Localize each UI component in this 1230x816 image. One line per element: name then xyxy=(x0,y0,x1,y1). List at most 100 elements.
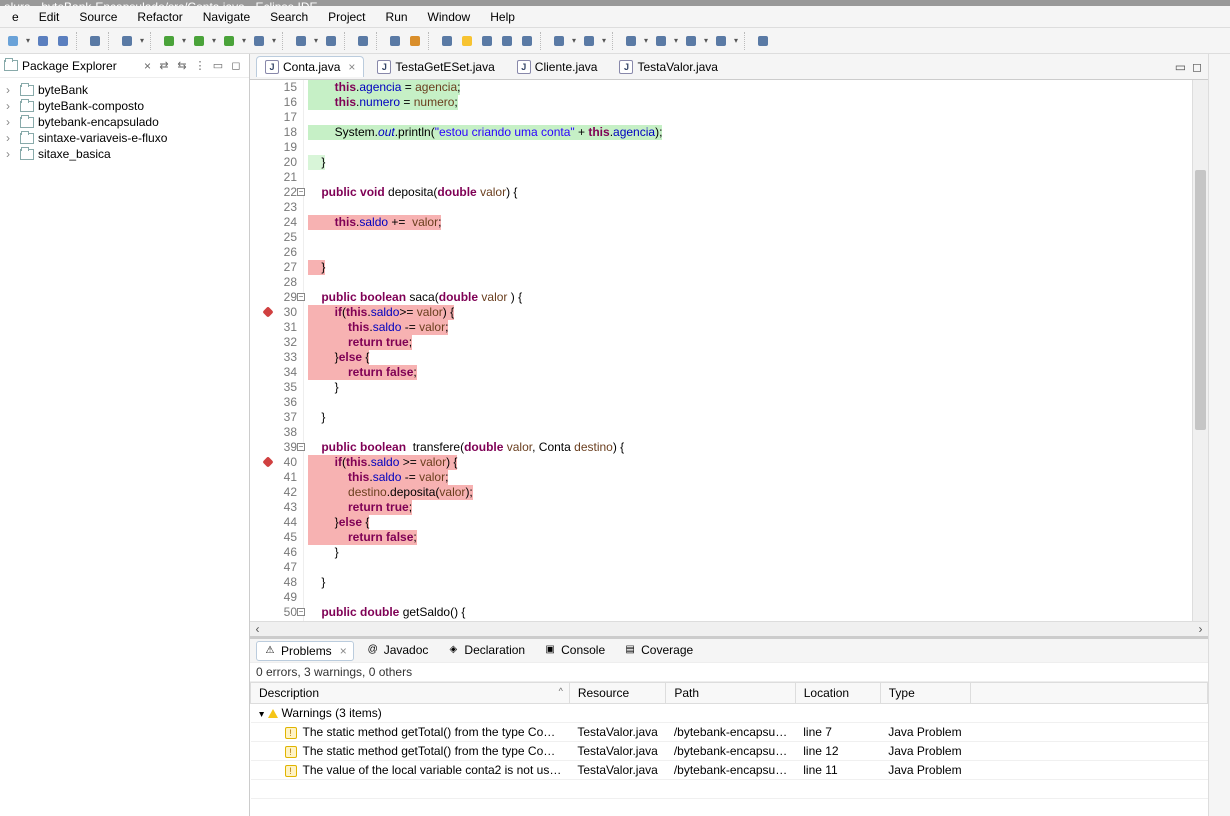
annot-next-dropdown[interactable]: ▾ xyxy=(600,36,608,45)
code-line-26[interactable] xyxy=(304,245,1192,260)
line-number[interactable]: 50− xyxy=(262,605,297,620)
code-line-28[interactable] xyxy=(304,275,1192,290)
back-dropdown[interactable]: ▾ xyxy=(642,36,650,45)
code-line-47[interactable] xyxy=(304,560,1192,575)
back2-icon[interactable] xyxy=(682,32,700,50)
code-line-16[interactable]: this.numero = numero; xyxy=(304,95,1192,110)
new-dropdown[interactable]: ▾ xyxy=(24,36,32,45)
line-number[interactable]: 48 xyxy=(262,575,297,590)
back-icon[interactable] xyxy=(622,32,640,50)
new-pkg-icon[interactable] xyxy=(292,32,310,50)
line-number[interactable]: 15 xyxy=(262,80,297,95)
menu-window[interactable]: Window xyxy=(420,8,479,26)
line-number[interactable]: 26 xyxy=(262,245,297,260)
code-line-42[interactable]: destino.deposita(valor); xyxy=(304,485,1192,500)
coverage-icon[interactable] xyxy=(220,32,238,50)
code-line-37[interactable]: } xyxy=(304,410,1192,425)
code-line-45[interactable]: return false; xyxy=(304,530,1192,545)
view-menu-icon[interactable]: ⋮ xyxy=(191,57,209,75)
line-number[interactable]: 44 xyxy=(262,515,297,530)
problems-table[interactable]: DescriptionResourcePathLocationType ▸War… xyxy=(250,682,1208,816)
line-number[interactable]: 29− xyxy=(262,290,297,305)
code-line-44[interactable]: }else { xyxy=(304,515,1192,530)
tab-TestaValor.java[interactable]: JTestaValor.java xyxy=(610,56,727,77)
skip-bp-icon[interactable] xyxy=(118,32,136,50)
line-number[interactable]: 45 xyxy=(262,530,297,545)
code-line-22[interactable]: public void deposita(double valor) { xyxy=(304,185,1192,200)
column-location[interactable]: Location xyxy=(795,683,880,704)
bottom-tab-console[interactable]: ▣Console xyxy=(537,641,611,661)
code-line-30[interactable]: if(this.saldo>= valor) { xyxy=(304,305,1192,320)
line-number[interactable]: 38 xyxy=(262,425,297,440)
project-tree[interactable]: ›byteBank›byteBank-composto›bytebank-enc… xyxy=(0,78,249,166)
new-icon[interactable] xyxy=(4,32,22,50)
fwd2-dropdown[interactable]: ▾ xyxy=(732,36,740,45)
code-line-27[interactable]: } xyxy=(304,260,1192,275)
code-line-31[interactable]: this.saldo -= valor; xyxy=(304,320,1192,335)
line-number[interactable]: 46 xyxy=(262,545,297,560)
horizontal-scrollbar[interactable]: ‹ › xyxy=(250,621,1208,636)
open-type-icon[interactable] xyxy=(354,32,372,50)
menu-edit[interactable]: Edit xyxy=(31,8,68,26)
toggle-icon[interactable] xyxy=(438,32,456,50)
code-line-43[interactable]: return true; xyxy=(304,500,1192,515)
line-number[interactable]: 42 xyxy=(262,485,297,500)
bottom-tab-coverage[interactable]: ▤Coverage xyxy=(617,641,699,661)
line-number[interactable]: 41 xyxy=(262,470,297,485)
line-number[interactable]: 24 xyxy=(262,215,297,230)
perspective-bar[interactable] xyxy=(1208,54,1230,816)
line-number[interactable]: 35 xyxy=(262,380,297,395)
line-number[interactable]: 39− xyxy=(262,440,297,455)
code-line-49[interactable] xyxy=(304,590,1192,605)
glasses-icon[interactable] xyxy=(406,32,424,50)
code-line-29[interactable]: public boolean saca(double valor ) { xyxy=(304,290,1192,305)
code-line-17[interactable] xyxy=(304,110,1192,125)
maximize-icon[interactable]: ◻ xyxy=(227,57,245,75)
line-number[interactable]: 27 xyxy=(262,260,297,275)
code-line-18[interactable]: System.out.println("estou criando uma co… xyxy=(304,125,1192,140)
line-number[interactable]: 47 xyxy=(262,560,297,575)
minimize-icon[interactable]: ▭ xyxy=(1175,60,1186,74)
line-number[interactable]: 33 xyxy=(262,350,297,365)
annot-prev-icon[interactable] xyxy=(550,32,568,50)
line-number[interactable]: 40 xyxy=(262,455,297,470)
column-path[interactable]: Path xyxy=(666,683,795,704)
collapse-all-icon[interactable]: ⇄ xyxy=(155,57,173,75)
line-number[interactable]: 49 xyxy=(262,590,297,605)
code-line-21[interactable] xyxy=(304,170,1192,185)
line-number[interactable]: 22− xyxy=(262,185,297,200)
problem-row[interactable]: !The static method getTotal() from the t… xyxy=(251,723,1208,742)
bottom-tab-declaration[interactable]: ◈Declaration xyxy=(440,641,531,661)
warnings-group[interactable]: ▸Warnings (3 items) xyxy=(251,704,1208,723)
ext-tools-dropdown[interactable]: ▾ xyxy=(270,36,278,45)
line-number[interactable]: 21 xyxy=(262,170,297,185)
line-number[interactable]: 31 xyxy=(262,320,297,335)
close-icon[interactable]: × xyxy=(340,644,347,658)
skip-bp-dropdown[interactable]: ▾ xyxy=(138,36,146,45)
project-sitaxe_basica[interactable]: ›sitaxe_basica xyxy=(4,146,245,162)
search-icon[interactable] xyxy=(386,32,404,50)
back2-dropdown[interactable]: ▾ xyxy=(702,36,710,45)
problem-row[interactable]: !The value of the local variable conta2 … xyxy=(251,761,1208,780)
tab-Cliente.java[interactable]: JCliente.java xyxy=(508,56,607,77)
maximize-icon[interactable]: ◻ xyxy=(1192,60,1202,74)
annot-prev-dropdown[interactable]: ▾ xyxy=(570,36,578,45)
line-number[interactable]: 18 xyxy=(262,125,297,140)
code-editor[interactable]: this.agencia = agencia; this.numero = nu… xyxy=(304,80,1192,621)
line-number[interactable]: 17 xyxy=(262,110,297,125)
outline-icon[interactable] xyxy=(498,32,516,50)
line-number[interactable]: 37 xyxy=(262,410,297,425)
line-number[interactable]: 19 xyxy=(262,140,297,155)
code-line-46[interactable]: } xyxy=(304,545,1192,560)
line-number[interactable]: 28 xyxy=(262,275,297,290)
project-bytebank-encapsulado[interactable]: ›bytebank-encapsulado xyxy=(4,114,245,130)
close-icon[interactable]: × xyxy=(140,59,155,73)
pin-icon[interactable] xyxy=(754,32,772,50)
new-pkg-dropdown[interactable]: ▾ xyxy=(312,36,320,45)
menu-refactor[interactable]: Refactor xyxy=(129,8,190,26)
menu-e[interactable]: e xyxy=(4,8,27,26)
problem-row[interactable]: !The static method getTotal() from the t… xyxy=(251,742,1208,761)
code-line-50[interactable]: public double getSaldo() { xyxy=(304,605,1192,620)
code-line-15[interactable]: this.agencia = agencia; xyxy=(304,80,1192,95)
code-line-38[interactable] xyxy=(304,425,1192,440)
